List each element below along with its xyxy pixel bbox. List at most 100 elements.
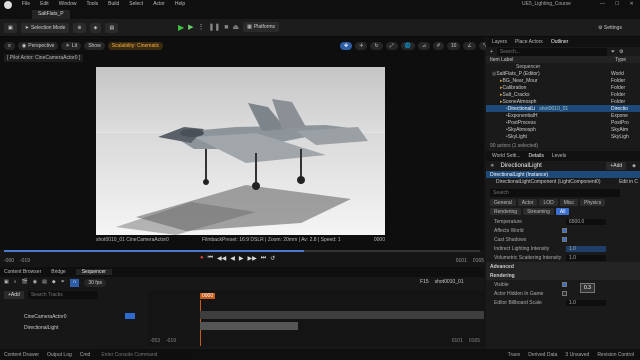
outliner-search-input[interactable]: Search... xyxy=(496,47,607,56)
outliner-row[interactable]: ▸ Salt_Cracks Folder xyxy=(486,91,640,98)
outliner-row[interactable]: • ExponentialH Expone xyxy=(486,112,640,119)
property-value-field[interactable]: 1.0 xyxy=(566,245,606,252)
fps-selector[interactable]: 30 fps xyxy=(84,279,106,287)
loop-icon[interactable]: ↺ xyxy=(270,255,275,262)
jump-end-icon[interactable]: ⏭ xyxy=(261,255,266,262)
tab-layers[interactable]: Layers xyxy=(492,39,507,45)
render-property-value-field[interactable]: 1.0 xyxy=(566,299,606,306)
menu-tools[interactable]: Tools xyxy=(86,1,98,7)
outliner-row[interactable]: • DirectionalLi shot0010_01 Directio xyxy=(486,105,640,112)
property-checkbox[interactable] xyxy=(562,228,567,233)
perspective-button[interactable]: ◉ Perspective xyxy=(17,42,59,50)
tab-levels[interactable]: Levels xyxy=(552,153,566,159)
filter-misc[interactable]: Misc xyxy=(559,199,579,206)
tab-world-settings[interactable]: World Setti... xyxy=(492,153,521,159)
filter-all[interactable]: All xyxy=(555,208,570,215)
play-forward-icon[interactable]: ▶ xyxy=(239,255,244,262)
unreal-logo-icon[interactable] xyxy=(4,1,12,9)
save-icon[interactable]: ▣ xyxy=(4,23,17,33)
instance-row[interactable]: DirectionalLight (Instance) xyxy=(486,171,640,178)
play-window-icon[interactable]: ▶ xyxy=(188,23,193,31)
actor-name[interactable]: DirectionalLight xyxy=(500,163,541,169)
console-input[interactable]: Enter Console Command xyxy=(98,350,189,359)
menu-select[interactable]: Select xyxy=(129,1,143,7)
magnet-icon[interactable]: ∩ xyxy=(69,279,80,287)
menu-edit[interactable]: Edit xyxy=(40,1,49,7)
selection-mode-button[interactable]: ➤ Selection Mode xyxy=(20,23,70,33)
select-tool-icon[interactable]: ✥ xyxy=(340,42,353,50)
rotate-tool-icon[interactable]: ↻ xyxy=(370,42,383,50)
settings-button[interactable]: ⚙ Settings xyxy=(598,25,622,31)
eject-icon[interactable]: ⏏ xyxy=(233,23,240,31)
render-property-checkbox[interactable] xyxy=(562,282,567,287)
move-tool-icon[interactable]: ✛ xyxy=(355,42,368,50)
maximize-icon[interactable]: ☐ xyxy=(615,1,619,7)
add-track-button[interactable]: + Add xyxy=(4,291,24,299)
step-forward-icon[interactable]: ▶▶ xyxy=(248,255,257,262)
derived-data-button[interactable]: Derived Data xyxy=(528,352,557,358)
world-icon[interactable]: 🌐 xyxy=(400,42,415,50)
menu-window[interactable]: Window xyxy=(59,1,77,7)
rotate-snap-icon[interactable]: ∠ xyxy=(463,42,476,50)
edit-in-cpp-link[interactable]: Edit in C xyxy=(619,179,638,185)
section-rendering[interactable]: Rendering xyxy=(486,271,640,280)
output-log-button[interactable]: Output Log xyxy=(47,352,72,358)
unsaved-button[interactable]: 3 Unsaved xyxy=(565,352,589,358)
cmd-selector[interactable]: Cmd xyxy=(80,352,91,358)
outliner-row[interactable]: • SkyLight SkyLigh xyxy=(486,133,640,140)
menu-build[interactable]: Build xyxy=(108,1,119,7)
camera-section[interactable] xyxy=(200,311,484,319)
outliner-row[interactable]: • PostProcess PostPro xyxy=(486,119,640,126)
create-icon[interactable]: ⊕ xyxy=(73,23,86,33)
blueprint-icon[interactable]: ◈ xyxy=(632,163,640,169)
add-component-button[interactable]: + Add xyxy=(606,162,627,170)
shot-name[interactable]: shot0010_01 xyxy=(435,279,464,285)
grid-snap-icon[interactable]: # xyxy=(433,42,444,50)
minimize-icon[interactable]: — xyxy=(600,1,605,7)
filter-rendering[interactable]: Rendering xyxy=(490,208,522,215)
stop-icon[interactable]: ■ xyxy=(224,24,228,31)
filter-icon[interactable]: ⏷ xyxy=(61,279,65,287)
component-row[interactable]: DirectionalLightComponent (LightComponen… xyxy=(486,178,640,185)
filter-physics[interactable]: Physics xyxy=(580,199,606,206)
outliner-row[interactable]: ▸ Calibration Folder xyxy=(486,84,640,91)
trace-button[interactable]: Trace xyxy=(508,352,521,358)
filter-lod[interactable]: LOD xyxy=(539,199,558,206)
playhead-marker[interactable]: 0000 xyxy=(200,293,216,299)
revision-control-button[interactable]: Revision Control xyxy=(597,352,640,358)
cinematics-icon[interactable]: ▤ xyxy=(105,23,119,33)
scalability-button[interactable]: Scalability: Cinematic xyxy=(107,42,164,50)
step-back-icon[interactable]: ◀◀ xyxy=(217,255,226,262)
show-button[interactable]: Show xyxy=(84,42,105,50)
menu-actor[interactable]: Actor xyxy=(153,1,165,7)
record-icon[interactable]: ● xyxy=(200,255,204,262)
details-search-input[interactable]: Search xyxy=(490,188,620,197)
filter-streaming[interactable]: Streaming xyxy=(523,208,554,215)
tab-outliner[interactable]: Outliner xyxy=(551,39,569,45)
filter-icon[interactable]: ⏷ xyxy=(611,49,615,55)
tab-place-actors[interactable]: Place Actors xyxy=(515,39,543,45)
filter-actor[interactable]: Actor xyxy=(517,199,538,206)
grid-snap-value[interactable]: 10 xyxy=(446,42,461,50)
tab-details[interactable]: Details xyxy=(529,153,544,159)
outliner-row[interactable]: ▸ BG_Near_Mour Folder xyxy=(486,77,640,84)
scale-tool-icon[interactable]: ⤢ xyxy=(385,42,398,50)
sequencer-filter-row[interactable]: Sequencer xyxy=(486,63,640,70)
platforms-button[interactable]: ▦ Platforms xyxy=(243,22,279,32)
property-value-field[interactable]: 6500.0 xyxy=(566,218,606,225)
camera-cut-icon[interactable] xyxy=(125,313,135,319)
property-checkbox[interactable] xyxy=(562,237,567,242)
render-icon[interactable]: ▤ xyxy=(42,279,47,287)
play-reverse-icon[interactable]: ◀ xyxy=(230,255,235,262)
track-directional-light[interactable]: DirectionalLight xyxy=(0,323,145,332)
section-advanced[interactable]: Advanced xyxy=(486,262,640,271)
column-type[interactable]: Type xyxy=(615,57,626,63)
search-icon[interactable]: ⌕ xyxy=(14,279,17,287)
close-icon[interactable]: ✕ xyxy=(629,1,633,7)
tab-content-browser[interactable]: Content Browser xyxy=(4,269,41,275)
blueprint-icon[interactable]: ◈ xyxy=(89,23,102,33)
column-item-label[interactable]: Item Label xyxy=(490,57,513,63)
lit-button[interactable]: ☀ Lit xyxy=(61,42,82,50)
menu-help[interactable]: Help xyxy=(175,1,185,7)
keyframe-icon[interactable]: ◆ xyxy=(52,279,56,287)
